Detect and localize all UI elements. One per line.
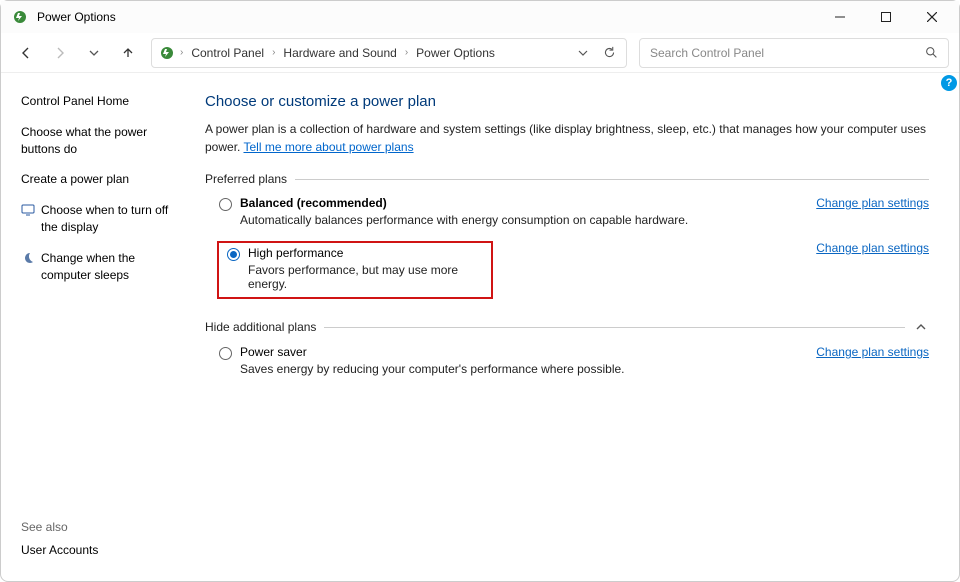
address-dropdown-button[interactable] — [572, 42, 594, 64]
window-title: Power Options — [37, 10, 116, 24]
change-plan-settings-link[interactable]: Change plan settings — [816, 241, 929, 255]
sidebar: Control Panel Home Choose what the power… — [1, 73, 191, 581]
power-options-icon — [158, 44, 176, 62]
see-also-label: See also — [21, 520, 181, 534]
content-area: Control Panel Home Choose what the power… — [1, 73, 959, 581]
breadcrumb-item[interactable]: Control Panel — [187, 44, 268, 62]
toolbar: › Control Panel › Hardware and Sound › P… — [1, 33, 959, 73]
recent-dropdown-button[interactable] — [79, 38, 109, 68]
chevron-up-icon[interactable] — [913, 319, 929, 335]
maximize-button[interactable] — [863, 2, 909, 32]
user-accounts-link[interactable]: User Accounts — [21, 542, 181, 559]
hide-additional-plans-text: Hide additional plans — [205, 320, 316, 334]
page-description: A power plan is a collection of hardware… — [205, 120, 929, 156]
minimize-button[interactable] — [817, 2, 863, 32]
up-button[interactable] — [113, 38, 143, 68]
plan-name[interactable]: Balanced (recommended) — [240, 196, 387, 210]
refresh-button[interactable] — [598, 42, 620, 64]
create-power-plan-link[interactable]: Create a power plan — [21, 171, 181, 188]
main-panel: ? Choose or customize a power plan A pow… — [191, 73, 959, 581]
plan-description: Automatically balances performance with … — [240, 213, 929, 227]
forward-button[interactable] — [45, 38, 75, 68]
plan-balanced: Balanced (recommended) Change plan setti… — [205, 192, 929, 237]
breadcrumb-item[interactable]: Hardware and Sound — [279, 44, 400, 62]
change-plan-settings-link[interactable]: Change plan settings — [816, 345, 929, 359]
change-plan-settings-link[interactable]: Change plan settings — [816, 196, 929, 210]
radio-power-saver[interactable] — [219, 347, 232, 360]
plan-power-saver: Power saver Change plan settings Saves e… — [205, 341, 929, 386]
plan-description: Favors performance, but may use more ene… — [248, 263, 485, 291]
highlight-box: High performance Favors performance, but… — [217, 241, 493, 299]
radio-high-performance[interactable] — [227, 248, 240, 261]
page-heading: Choose or customize a power plan — [205, 93, 929, 110]
chevron-right-icon[interactable]: › — [272, 47, 275, 58]
plan-description: Saves energy by reducing your computer's… — [240, 362, 929, 376]
back-button[interactable] — [11, 38, 41, 68]
search-input[interactable] — [650, 46, 925, 60]
titlebar: Power Options — [1, 1, 959, 33]
plan-high-performance: High performance Favors performance, but… — [205, 237, 929, 309]
change-sleep-link[interactable]: Change when the computer sleeps — [41, 250, 181, 284]
moon-icon — [21, 251, 35, 265]
choose-power-buttons-link[interactable]: Choose what the power buttons do — [21, 124, 181, 158]
chevron-right-icon[interactable]: › — [405, 47, 408, 58]
plan-name[interactable]: Power saver — [240, 345, 307, 359]
chevron-right-icon[interactable]: › — [180, 47, 183, 58]
help-icon[interactable]: ? — [941, 75, 957, 91]
search-box[interactable] — [639, 38, 949, 68]
preferred-plans-text: Preferred plans — [205, 172, 287, 186]
tell-me-more-link[interactable]: Tell me more about power plans — [243, 140, 413, 154]
breadcrumb-item[interactable]: Power Options — [412, 44, 499, 62]
control-panel-home-link[interactable]: Control Panel Home — [21, 93, 181, 110]
power-options-icon — [11, 8, 29, 26]
plan-name[interactable]: High performance — [248, 246, 343, 260]
address-bar[interactable]: › Control Panel › Hardware and Sound › P… — [151, 38, 627, 68]
search-icon[interactable] — [925, 46, 938, 59]
radio-balanced[interactable] — [219, 198, 232, 211]
close-button[interactable] — [909, 2, 955, 32]
hide-additional-plans-toggle[interactable]: Hide additional plans — [205, 319, 929, 335]
preferred-plans-label: Preferred plans — [205, 172, 929, 186]
turn-off-display-link[interactable]: Choose when to turn off the display — [41, 202, 181, 236]
display-icon — [21, 203, 35, 217]
